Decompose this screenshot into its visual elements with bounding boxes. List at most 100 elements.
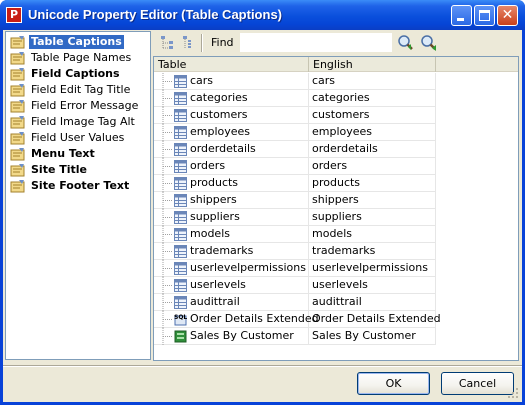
collapse-tree-button[interactable] [179,34,199,52]
toolbar: Find [153,30,519,56]
cell-english-caption[interactable]: suppliers [309,209,436,226]
cell-english-caption[interactable]: userlevels [309,277,436,294]
table-row[interactable]: products products [154,175,436,192]
cell-table-name[interactable]: shippers [154,192,309,209]
english-caption: userlevelpermissions [312,261,428,274]
column-header-english[interactable]: English [309,57,436,72]
cell-english-caption[interactable]: categories [309,90,436,107]
cell-english-caption[interactable]: trademarks [309,243,436,260]
table-icon [174,109,187,122]
english-caption: suppliers [312,210,362,223]
sidebar-item[interactable]: Menu Text [8,146,148,162]
minimize-button[interactable] [451,5,472,26]
cancel-button[interactable]: Cancel [441,372,514,395]
sidebar-item[interactable]: Site Title [8,162,148,178]
tree-line [162,328,173,345]
table-row[interactable]: orders orders [154,158,436,175]
cell-table-name[interactable]: suppliers [154,209,309,226]
table-name: orderdetails [190,142,256,155]
find-previous-button[interactable] [419,33,439,53]
table-row[interactable]: shippers shippers [154,192,436,209]
cell-english-caption[interactable]: Sales By Customer [309,328,436,345]
table-name: audittrail [190,295,240,308]
table-icon [174,245,187,258]
cell-english-caption[interactable]: audittrail [309,294,436,311]
table-row[interactable]: orderdetails orderdetails [154,141,436,158]
cell-english-caption[interactable]: orderdetails [309,141,436,158]
cell-english-caption[interactable]: cars [309,73,436,90]
cell-english-caption[interactable]: Order Details Extended [309,311,441,328]
english-caption: trademarks [312,244,376,257]
cell-table-name[interactable]: categories [154,90,309,107]
cell-table-name[interactable]: userlevels [154,277,309,294]
cell-table-name[interactable]: customers [154,107,309,124]
sidebar-item-label: Field Captions [31,67,120,80]
cell-table-name[interactable]: models [154,226,309,243]
report-icon [174,330,187,343]
cell-table-name[interactable]: products [154,175,309,192]
cell-english-caption[interactable]: customers [309,107,436,124]
english-caption: Sales By Customer [312,329,416,342]
table-row[interactable]: trademarks trademarks [154,243,436,260]
cell-table-name[interactable]: orders [154,158,309,175]
cell-table-name[interactable]: audittrail [154,294,309,311]
table-row[interactable]: customers customers [154,107,436,124]
sidebar-item[interactable]: Table Captions [8,34,148,50]
cell-english-caption[interactable]: products [309,175,436,192]
cell-table-name[interactable]: employees [154,124,309,141]
category-list[interactable]: Table Captions Table Page Names Field Capt… [5,31,151,360]
sidebar-item[interactable]: Field Error Message [8,98,148,114]
cell-english-caption[interactable]: employees [309,124,436,141]
sql-view-icon: SQL [174,314,187,326]
table-row[interactable]: categories categories [154,90,436,107]
title-bar[interactable]: P Unicode Property Editor (Table Caption… [0,0,525,30]
resize-grip-icon[interactable] [507,387,519,399]
cell-english-caption[interactable]: shippers [309,192,436,209]
sidebar-item[interactable]: Table Page Names [8,50,148,66]
table-row[interactable]: SQL Order Details Extended Order Details E… [154,311,441,328]
table-name: cars [190,74,214,87]
sidebar-item[interactable]: Field Image Tag Alt [8,114,148,130]
cell-table-name[interactable]: orderdetails [154,141,309,158]
ok-button[interactable]: OK [357,372,430,395]
close-button[interactable]: ✕ [497,5,518,26]
expand-tree-button[interactable] [157,34,177,52]
cell-table-name[interactable]: Sales By Customer [154,328,309,345]
maximize-icon [479,10,490,21]
table-row[interactable]: userlevelpermissions userlevelpermissions [154,260,436,277]
table-icon [174,177,187,190]
maximize-button[interactable] [474,5,495,26]
table-icon [174,160,187,173]
cell-english-caption[interactable]: models [309,226,436,243]
table-row[interactable]: cars cars [154,73,436,90]
sidebar-item[interactable]: Field Captions [8,66,148,82]
table-row[interactable]: Sales By Customer Sales By Customer [154,328,436,345]
caption-grid[interactable]: Table English cars cars categories categori… [153,56,519,361]
sidebar-item[interactable]: Field User Values [8,130,148,146]
sidebar-item[interactable]: Field Edit Tag Title [8,82,148,98]
find-input[interactable] [240,33,392,52]
sidebar-item-label: Site Title [31,163,88,176]
english-caption: shippers [312,193,359,206]
cell-english-caption[interactable]: userlevelpermissions [309,260,436,277]
tree-line [162,260,173,277]
table-row[interactable]: suppliers suppliers [154,209,436,226]
sidebar-item-label: Table Captions [29,35,124,49]
table-icon [174,211,187,224]
table-row[interactable]: employees employees [154,124,436,141]
column-header-table[interactable]: Table [154,57,309,72]
find-next-button[interactable] [396,33,416,53]
english-caption: models [312,227,352,240]
table-row[interactable]: userlevels userlevels [154,277,436,294]
cell-english-caption[interactable]: orders [309,158,436,175]
sidebar-item-label: Field Error Message [31,99,139,112]
cell-table-name[interactable]: cars [154,73,309,90]
english-caption: products [312,176,361,189]
table-name: models [190,227,230,240]
cell-table-name[interactable]: SQL Order Details Extended [154,311,319,328]
table-row[interactable]: models models [154,226,436,243]
cell-table-name[interactable]: userlevelpermissions [154,260,309,277]
cell-table-name[interactable]: trademarks [154,243,309,260]
sidebar-item[interactable]: Site Footer Text [8,178,148,194]
table-row[interactable]: audittrail audittrail [154,294,436,311]
